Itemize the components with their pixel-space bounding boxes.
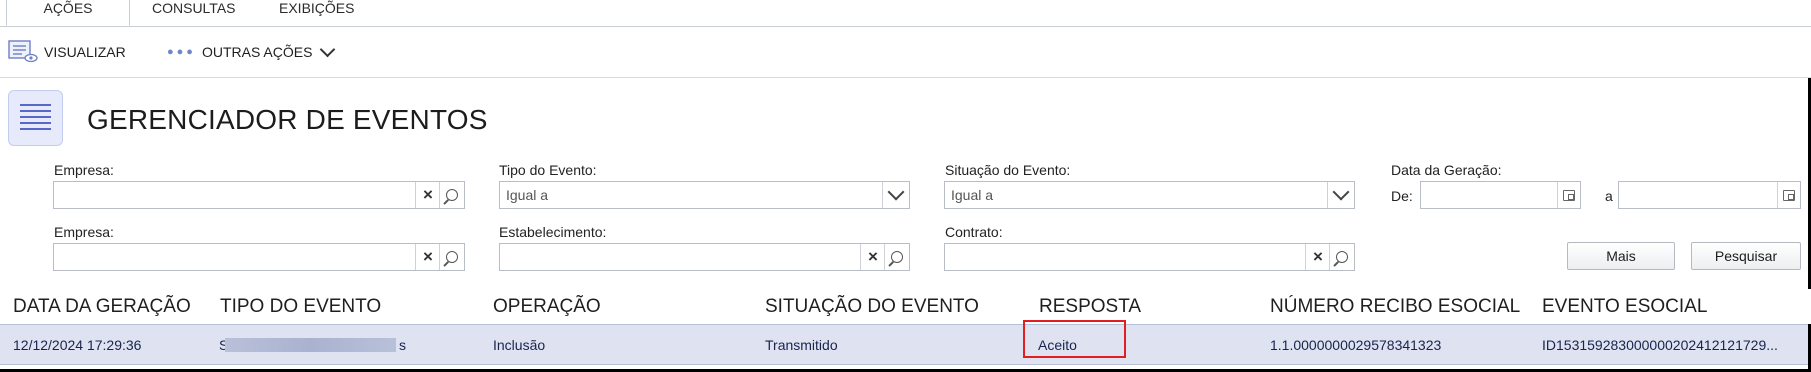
- estabelecimento-field[interactable]: ×: [499, 243, 910, 271]
- de-label: De:: [1391, 188, 1413, 204]
- cell-numero-recibo: 1.1.0000000029578341323: [1270, 337, 1442, 353]
- pesquisar-button[interactable]: Pesquisar: [1691, 242, 1801, 270]
- more-dots-icon: ●●●: [167, 46, 196, 58]
- tab-consultas[interactable]: CONSULTAS: [152, 0, 236, 26]
- situacao-evento-value: Igual a: [951, 187, 994, 203]
- estabelecimento-label: Estabelecimento:: [499, 224, 607, 240]
- data-de-field[interactable]: [1420, 181, 1581, 209]
- outras-acoes-button[interactable]: ●●● OUTRAS AÇÕES: [167, 41, 336, 63]
- chevron-down-icon[interactable]: [882, 182, 909, 208]
- empresa-label: Empresa:: [54, 162, 114, 178]
- visualizar-label: VISUALIZAR: [44, 44, 126, 60]
- table-row[interactable]: 12/12/2024 17:29:36 S s Inclusão Transmi…: [0, 324, 1808, 365]
- chevron-down-icon: [320, 41, 336, 58]
- clear-icon[interactable]: ×: [860, 244, 885, 270]
- cell-resposta: Aceito: [1038, 337, 1077, 353]
- clear-icon[interactable]: ×: [1305, 244, 1330, 270]
- column-header-evento-esocial[interactable]: EVENTO ESOCIAL: [1542, 296, 1707, 318]
- page-title: GERENCIADOR DE EVENTOS: [87, 104, 488, 135]
- cell-operacao: Inclusão: [493, 337, 546, 353]
- tipo-evento-value: Igual a: [506, 187, 549, 203]
- toolbar: VISUALIZAR ●●● OUTRAS AÇÕES: [0, 27, 1811, 78]
- empresa-field[interactable]: ×: [53, 181, 465, 209]
- calendar-icon[interactable]: [1777, 182, 1800, 208]
- tipo-evento-select[interactable]: Igual a: [499, 181, 910, 209]
- page-list-icon: [8, 90, 63, 146]
- tipo-evento-label: Tipo do Evento:: [499, 162, 597, 178]
- tab-acoes[interactable]: AÇÕES: [6, 0, 130, 26]
- clear-icon[interactable]: ×: [415, 182, 440, 208]
- tab-strip: AÇÕES CONSULTAS EXIBIÇÕES: [0, 0, 1811, 27]
- document-view-icon: [8, 40, 38, 63]
- column-header-operacao[interactable]: OPERAÇÃO: [493, 296, 601, 318]
- outras-acoes-label: OUTRAS AÇÕES: [201, 44, 313, 60]
- column-header-data-geracao[interactable]: DATA DA GERAÇÃO: [13, 296, 191, 318]
- column-header-resposta[interactable]: RESPOSTA: [1039, 296, 1141, 318]
- situacao-evento-label: Situação do Evento:: [945, 162, 1071, 178]
- column-header-numero-recibo[interactable]: NÚMERO RECIBO ESOCIAL: [1270, 296, 1520, 318]
- situacao-evento-select[interactable]: Igual a: [944, 181, 1355, 209]
- redacted-text: [225, 338, 396, 352]
- column-header-situacao-evento[interactable]: SITUAÇÃO DO EVENTO: [765, 296, 979, 318]
- search-icon[interactable]: [439, 182, 464, 208]
- chevron-down-icon[interactable]: [1327, 182, 1354, 208]
- cell-tipo-evento-end: s: [399, 337, 406, 353]
- calendar-icon[interactable]: [1557, 182, 1580, 208]
- cell-situacao: Transmitido: [765, 337, 838, 353]
- search-icon[interactable]: [1329, 244, 1354, 270]
- data-a-field[interactable]: [1618, 181, 1801, 209]
- data-geracao-label: Data da Geração:: [1391, 162, 1502, 178]
- cell-data-geracao: 12/12/2024 17:29:36: [13, 337, 142, 353]
- search-icon[interactable]: [884, 244, 909, 270]
- empresa-2-label: Empresa:: [54, 224, 114, 240]
- contrato-field[interactable]: ×: [944, 243, 1355, 271]
- search-icon[interactable]: [439, 244, 464, 270]
- clear-icon[interactable]: ×: [415, 244, 440, 270]
- mais-button[interactable]: Mais: [1567, 242, 1675, 270]
- column-header-tipo-evento[interactable]: TIPO DO EVENTO: [220, 296, 381, 318]
- visualizar-button[interactable]: VISUALIZAR: [8, 40, 126, 63]
- empresa-2-field[interactable]: ×: [53, 243, 465, 271]
- grid-header: DATA DA GERAÇÃO TIPO DO EVENTO OPERAÇÃO …: [0, 289, 1811, 324]
- a-label: a: [1605, 188, 1613, 204]
- tab-exibicoes[interactable]: EXIBIÇÕES: [279, 0, 354, 26]
- contrato-label: Contrato:: [945, 224, 1003, 240]
- cell-evento-esocial: ID153159283000000202412121729...: [1542, 337, 1778, 353]
